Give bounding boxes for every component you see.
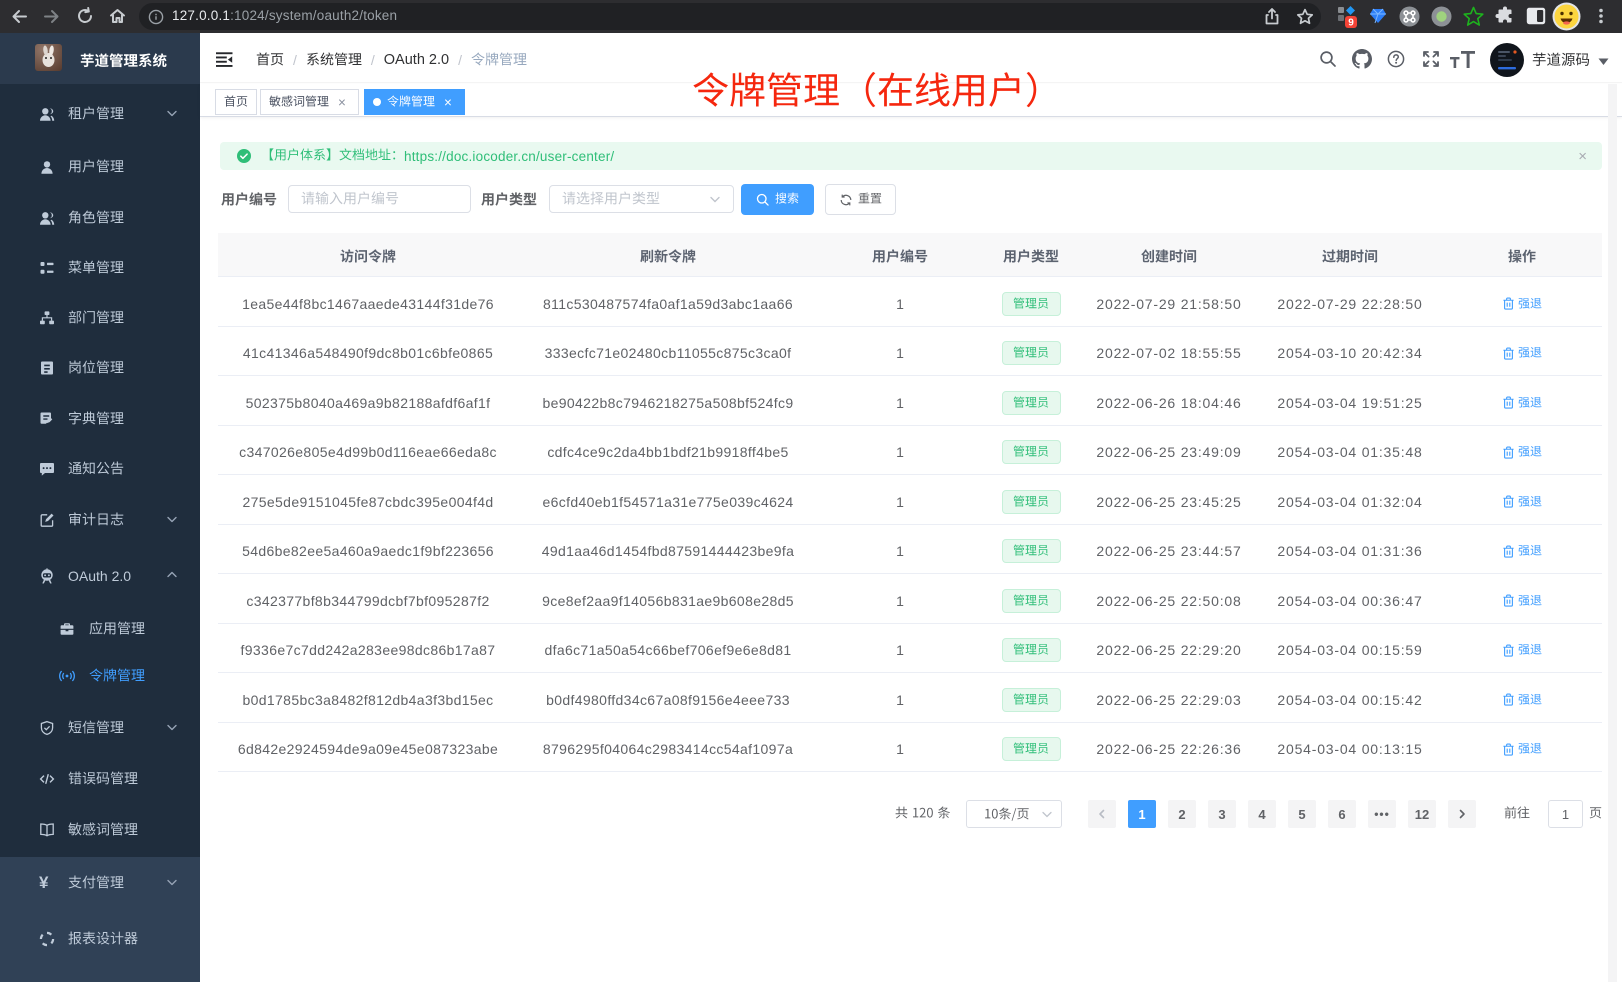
svg-text:9: 9 xyxy=(1348,18,1354,29)
